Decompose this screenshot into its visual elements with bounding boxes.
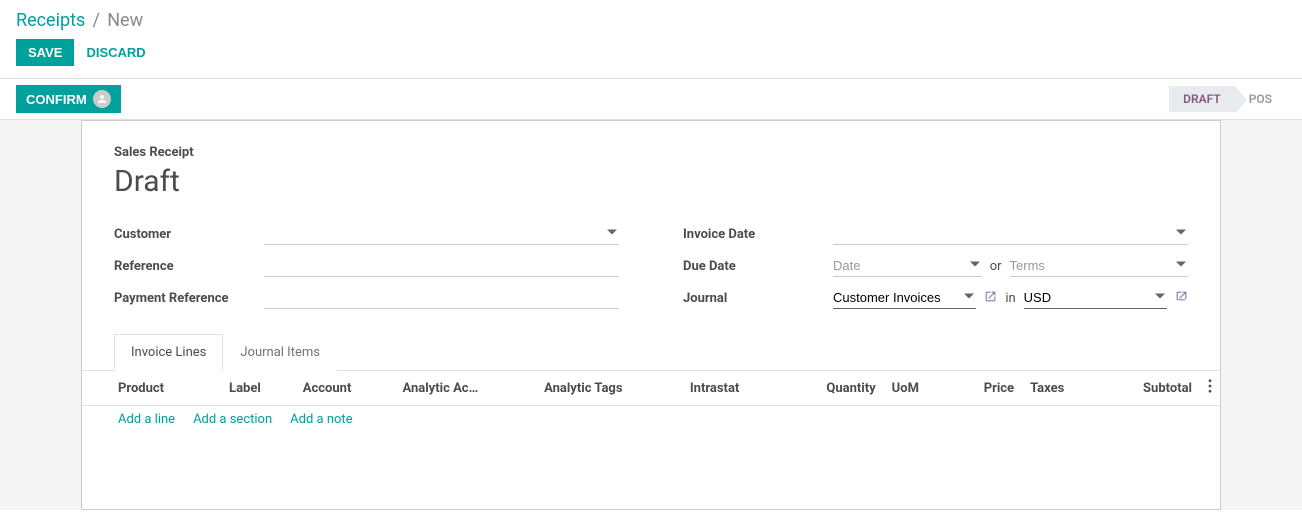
- breadcrumb-root[interactable]: Receipts: [16, 10, 85, 31]
- journal-label: Journal: [683, 291, 833, 306]
- invoice-date-input[interactable]: [833, 223, 1188, 245]
- tab-journal-items[interactable]: Journal Items: [223, 334, 337, 371]
- breadcrumb-sep: /: [93, 10, 100, 31]
- invoice-date-label: Invoice Date: [683, 227, 833, 242]
- tab-invoice-lines[interactable]: Invoice Lines: [114, 334, 223, 371]
- payment-reference-label: Payment Reference: [114, 291, 264, 306]
- th-uom: UoM: [884, 371, 951, 406]
- status-step-draft[interactable]: Draft: [1169, 86, 1235, 112]
- th-price: Price: [950, 371, 1022, 406]
- th-subtotal: Subtotal: [1100, 371, 1200, 406]
- column-menu-icon[interactable]: [1200, 371, 1220, 406]
- sheet-title-label: Sales Receipt: [114, 145, 1188, 160]
- action-bar: Save Discard: [0, 35, 1302, 78]
- user-avatar-icon: [93, 90, 111, 108]
- discard-button[interactable]: Discard: [86, 45, 145, 60]
- sheet-title: Draft: [114, 164, 1188, 199]
- due-date-label: Due Date: [683, 259, 833, 274]
- currency-input[interactable]: [1024, 287, 1167, 309]
- status-step-posted[interactable]: Pos: [1235, 86, 1286, 112]
- journal-in: in: [1005, 291, 1015, 306]
- breadcrumb: Receipts / New: [0, 0, 1302, 35]
- reference-input[interactable]: [264, 255, 619, 277]
- breadcrumb-current: New: [107, 10, 143, 31]
- payment-reference-input[interactable]: [264, 287, 619, 309]
- customer-input[interactable]: [264, 223, 619, 245]
- th-label: Label: [221, 371, 295, 406]
- due-date-input[interactable]: [833, 255, 982, 277]
- confirm-button[interactable]: Confirm: [16, 85, 121, 113]
- tabs: Invoice Lines Journal Items: [82, 333, 1220, 371]
- th-product: Product: [82, 371, 221, 406]
- th-analytic-tags: Analytic Tags: [536, 371, 682, 406]
- form-sheet: Sales Receipt Draft Customer Reference P…: [81, 120, 1221, 510]
- add-line-link[interactable]: Add a line: [118, 412, 175, 427]
- external-link-icon[interactable]: [1175, 290, 1188, 307]
- status-steps: Draft Pos: [1169, 86, 1286, 112]
- table-add-row: Add a line Add a section Add a note: [82, 406, 1220, 434]
- th-taxes: Taxes: [1022, 371, 1100, 406]
- save-button[interactable]: Save: [16, 39, 74, 66]
- status-bar: Confirm Draft Pos: [0, 78, 1302, 120]
- journal-input[interactable]: [833, 287, 976, 309]
- external-link-icon[interactable]: [984, 290, 997, 307]
- invoice-lines-table: Product Label Account Analytic Ac… Analy…: [82, 371, 1220, 433]
- th-intrastat: Intrastat: [682, 371, 783, 406]
- customer-label: Customer: [114, 227, 264, 242]
- reference-label: Reference: [114, 259, 264, 274]
- th-quantity: Quantity: [783, 371, 884, 406]
- confirm-label: Confirm: [26, 92, 87, 107]
- add-section-link[interactable]: Add a section: [193, 412, 272, 427]
- add-note-link[interactable]: Add a note: [290, 412, 352, 427]
- due-date-or: or: [990, 259, 1002, 274]
- terms-input[interactable]: [1010, 255, 1188, 277]
- th-account: Account: [295, 371, 395, 406]
- th-analytic-acc: Analytic Ac…: [394, 371, 536, 406]
